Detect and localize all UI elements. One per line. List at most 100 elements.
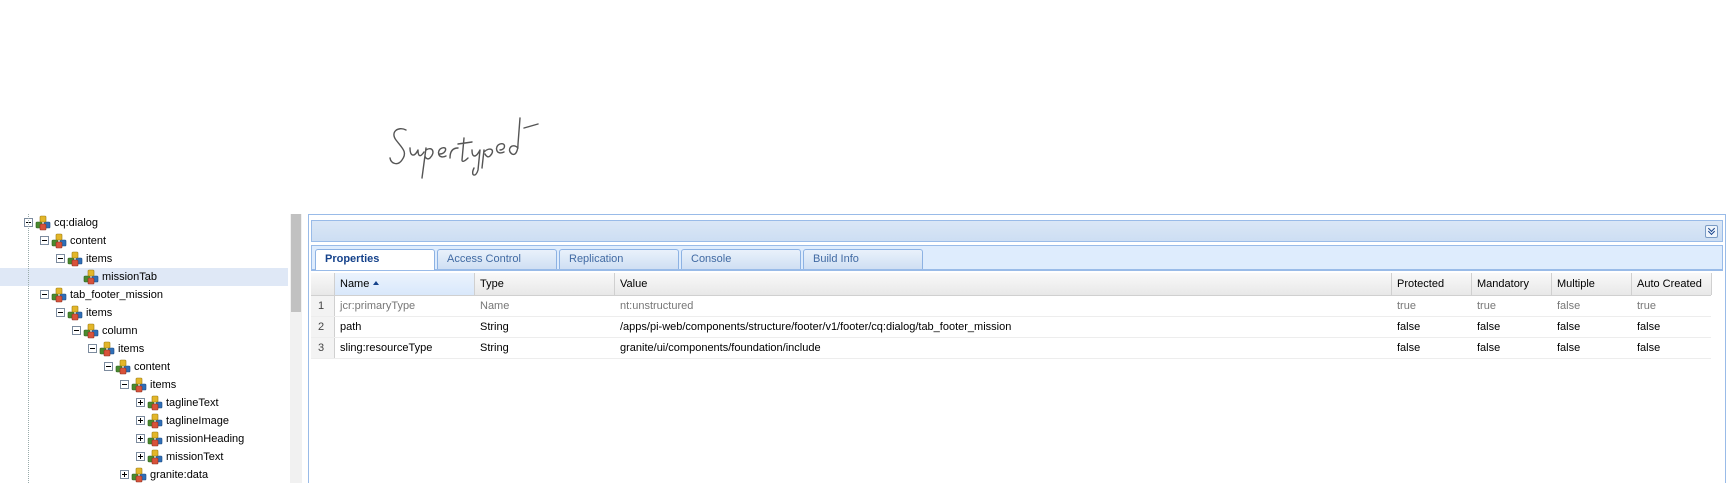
node-icon [115,359,131,375]
tree-node[interactable]: content [0,232,288,250]
tab-access-control[interactable]: Access Control [437,249,557,269]
cell-multiple[interactable]: false [1552,338,1632,358]
node-icon [147,449,163,465]
tree-node[interactable]: cq:dialog [0,214,288,232]
cell-auto-created[interactable]: false [1632,338,1712,358]
collapse-icon[interactable] [72,326,81,335]
collapse-icon[interactable] [120,380,129,389]
column-header-multiple[interactable]: Multiple [1552,273,1632,295]
collapse-icon[interactable] [40,290,49,299]
column-header-protected[interactable]: Protected [1392,273,1472,295]
cell-name[interactable]: sling:resourceType [335,338,475,358]
cell-mandatory[interactable]: false [1472,317,1552,337]
cell-value[interactable]: nt:unstructured [615,296,1392,316]
tree-node-label: tab_footer_mission [70,289,163,301]
cell-name[interactable]: path [335,317,475,337]
tree-node[interactable]: column [0,322,288,340]
tree-guide-line [28,214,29,483]
tree-node[interactable]: granite:data [0,466,288,483]
cell-value[interactable]: granite/ui/components/foundation/include [615,338,1392,358]
tree-node[interactable]: tab_footer_mission [0,286,288,304]
cell-mandatory[interactable]: true [1472,296,1552,316]
cell-type[interactable]: Name [475,296,615,316]
tree-node[interactable]: taglineText [0,394,288,412]
sort-ascending-icon [373,281,380,285]
grid-body: 1 jcr:primaryType Name nt:unstructured true t… [311,296,1711,359]
node-icon [83,269,99,285]
node-icon [83,323,99,339]
tree-node-label: items [150,379,177,391]
tree-node[interactable]: items [0,376,288,394]
node-icon [147,431,163,447]
collapse-icon[interactable] [104,362,113,371]
tree-node-label: content [134,361,171,373]
expand-icon[interactable] [136,416,145,425]
tree-node[interactable]: taglineImage [0,412,288,430]
cell-auto-created[interactable]: false [1632,317,1712,337]
cell-multiple[interactable]: false [1552,296,1632,316]
tab-properties[interactable]: Properties [315,249,435,270]
tab-console[interactable]: Console [681,249,801,269]
table-row[interactable]: 3 sling:resourceType String granite/ui/comp… [311,338,1711,359]
tree-node-label: content [70,235,107,247]
table-row[interactable]: 1 jcr:primaryType Name nt:unstructured true t… [311,296,1711,317]
expand-icon[interactable] [136,434,145,443]
column-header-type[interactable]: Type [475,273,615,295]
tree-node-label: items [86,253,113,265]
node-icon [67,251,83,267]
column-header-mandatory[interactable]: Mandatory [1472,273,1552,295]
tree-node-label: items [86,307,113,319]
expand-icon[interactable] [136,452,145,461]
tab-strip: Properties Access Control Replication Co… [311,245,1723,271]
row-number-cell: 1 [311,296,335,316]
cell-type[interactable]: String [475,317,615,337]
properties-grid: Name Type Value Protected Mandatory Mult… [311,273,1712,359]
expand-icon[interactable] [136,398,145,407]
row-number-cell: 3 [311,338,335,358]
node-icon [51,233,67,249]
tree-node[interactable]: items [0,304,288,322]
tree-node-label: missionHeading [166,433,245,445]
double-chevron-down-icon[interactable] [1705,225,1718,238]
expand-icon[interactable] [120,470,129,479]
node-icon [147,395,163,411]
cell-protected[interactable]: true [1392,296,1472,316]
tree-node[interactable]: items [0,250,288,268]
cell-name[interactable]: jcr:primaryType [335,296,475,316]
grid-header: Name Type Value Protected Mandatory Mult… [311,273,1712,296]
row-number-cell: 2 [311,317,335,337]
tree-scrollbar[interactable] [290,214,302,483]
tree-node[interactable]: missionText [0,448,288,466]
tree-node[interactable]: content [0,358,288,376]
collapse-icon[interactable] [40,236,49,245]
tree-node-label: missionText [166,451,224,463]
row-number-header [311,273,335,295]
tree-node[interactable]: items [0,340,288,358]
node-icon [35,215,51,231]
collapse-icon[interactable] [88,344,97,353]
cell-mandatory[interactable]: false [1472,338,1552,358]
tree-scrollbar-thumb[interactable] [291,214,301,312]
cell-protected[interactable]: false [1392,317,1472,337]
cell-type[interactable]: String [475,338,615,358]
collapse-icon[interactable] [56,308,65,317]
tree-node[interactable]: missionHeading [0,430,288,448]
column-header-auto-created[interactable]: Auto Created [1632,273,1712,295]
table-row[interactable]: 2 path String/apps/pi-web/components/struc… [311,317,1711,338]
node-icon [131,467,147,483]
column-header-value[interactable]: Value [615,273,1392,295]
tree-node-label: column [102,325,138,337]
cell-protected[interactable]: false [1392,338,1472,358]
cell-multiple[interactable]: false [1552,317,1632,337]
node-icon [51,287,67,303]
column-header-name[interactable]: Name [335,273,475,295]
tree-node[interactable]: missionTab [0,268,288,286]
cell-value[interactable]: /apps/pi-web/components/structure/footer… [615,317,1392,337]
tree-node-label: granite:data [150,469,209,481]
collapse-icon[interactable] [56,254,65,263]
repository-tree[interactable]: cq:dialog content items missionTab tab_foote… [0,214,288,483]
tab-build-info[interactable]: Build Info [803,249,923,269]
tab-replication[interactable]: Replication [559,249,679,269]
cell-auto-created[interactable]: true [1632,296,1712,316]
tree-node-label: cq:dialog [54,217,99,229]
